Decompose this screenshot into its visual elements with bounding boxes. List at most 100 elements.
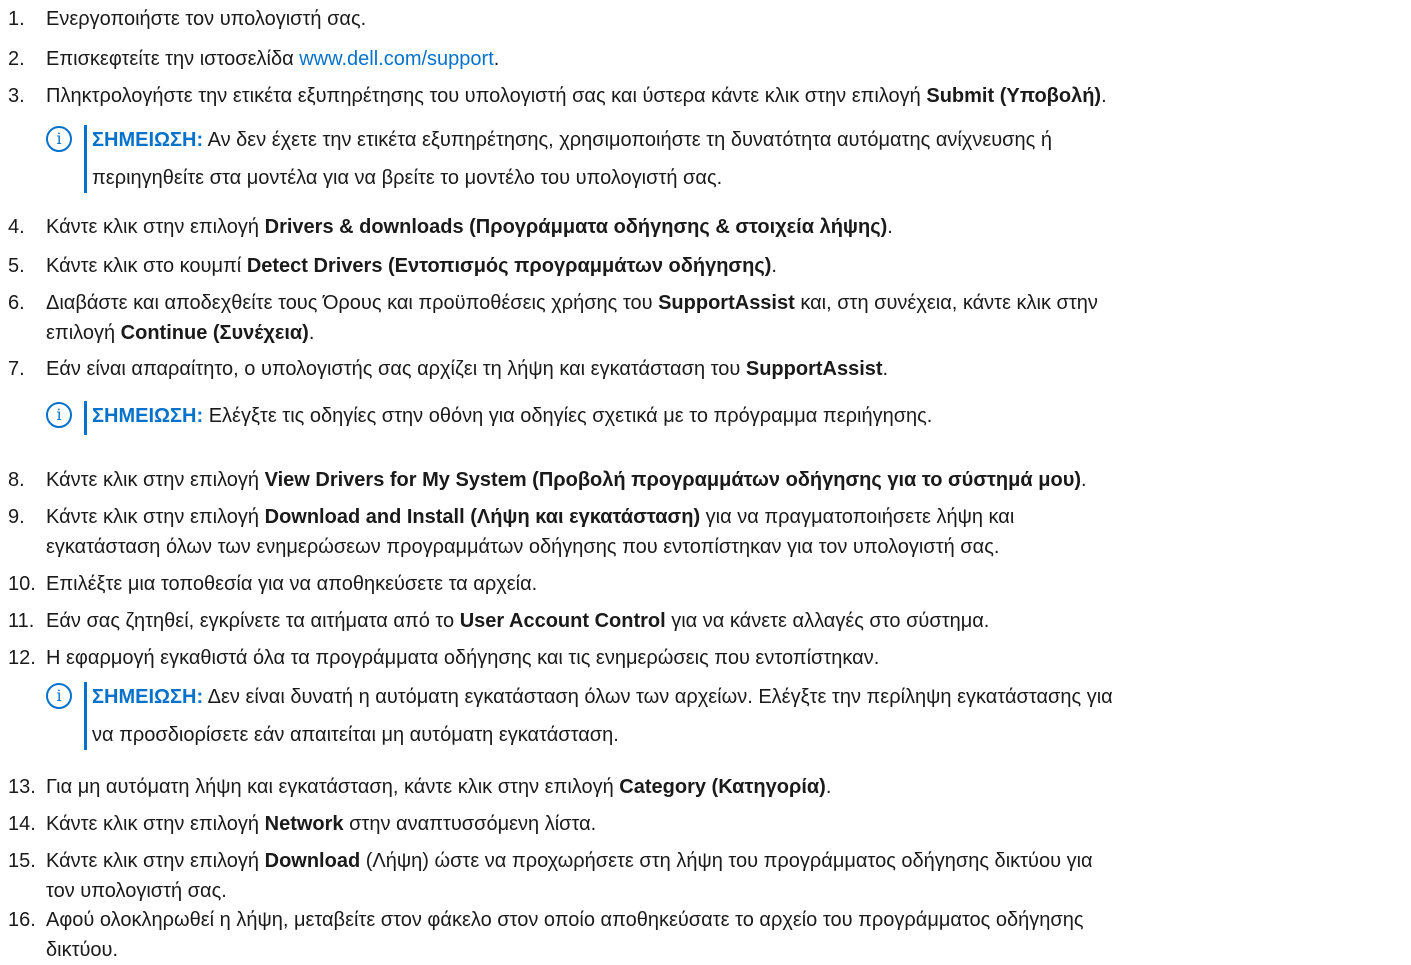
- note-label: ΣΗΜΕΙΩΣΗ:: [92, 129, 204, 151]
- note-1: i ΣΗΜΕΙΩΣΗ: Αν δεν έχετε την ετικέτα εξυ…: [46, 121, 1401, 197]
- step-text: Για μη αυτόματη λήψη και εγκατάσταση, κά…: [46, 772, 1405, 802]
- step-text: Η εφαρμογή εγκαθιστά όλα τα προγράμματα …: [46, 643, 1405, 673]
- note-bar: [84, 401, 87, 435]
- step-text-segment: .: [771, 255, 777, 277]
- step-15: 15. Κάντε κλικ στην επιλογή Download (Λή…: [0, 846, 1405, 906]
- step-number: 13.: [8, 776, 36, 798]
- note-label: ΣΗΜΕΙΩΣΗ:: [92, 686, 204, 708]
- note-3: i ΣΗΜΕΙΩΣΗ: Δεν είναι δυνατή η αυτόματη …: [46, 678, 1401, 754]
- step-number: 6.: [8, 292, 25, 314]
- step-text-segment: Επισκεφτείτε την ιστοσελίδα: [46, 48, 300, 70]
- ui-term: User Account Control: [459, 610, 666, 632]
- step-16: 16. Αφού ολοκληρωθεί η λήψη, μεταβείτε σ…: [0, 905, 1405, 965]
- info-icon: i: [46, 683, 72, 709]
- step-text-segment: δικτύου.: [46, 939, 119, 961]
- ui-term: SupportAssist: [745, 358, 883, 380]
- ui-term: Download and Install (Λήψη και εγκατάστα…: [264, 506, 701, 528]
- step-text-segment: Κάντε κλικ στην επιλογή: [46, 216, 265, 238]
- step-number: 9.: [8, 506, 25, 528]
- step-9: 9. Κάντε κλικ στην επιλογή Download and …: [0, 502, 1405, 562]
- step-text-segment: .: [887, 216, 893, 238]
- step-text: Πληκτρολογήστε την ετικέτα εξυπηρέτησης …: [46, 81, 1405, 111]
- ui-term: Drivers & downloads (Προγράμματα οδήγηση…: [264, 216, 888, 238]
- step-text-segment: εγκατάσταση όλων των ενημερώσεων προγραμ…: [46, 536, 1000, 558]
- step-text: Επισκεφτείτε την ιστοσελίδα www.dell.com…: [46, 44, 1405, 74]
- step-text-segment: για να πραγματοποιήσετε λήψη και: [700, 506, 1015, 528]
- note-label: ΣΗΜΕΙΩΣΗ:: [92, 405, 204, 427]
- step-text-segment: .: [882, 358, 889, 380]
- step-text: Επιλέξτε μια τοποθεσία για να αποθηκεύσε…: [46, 569, 1405, 599]
- step-text-segment: .: [825, 776, 832, 798]
- step-text-segment: Εάν σας ζητηθεί, εγκρίνετε τα αιτήματα α…: [46, 610, 460, 632]
- step-number: 7.: [8, 358, 25, 380]
- step-number: 11.: [8, 610, 35, 632]
- step-number: 12.: [8, 647, 36, 669]
- step-text-segment: Κάντε κλικ στην επιλογή: [46, 850, 265, 872]
- info-icon: i: [46, 402, 72, 428]
- step-text: Κάντε κλικ στην επιλογή Download (Λήψη) …: [46, 846, 1405, 906]
- step-text-segment: Επιλέξτε μια τοποθεσία για να αποθηκεύσε…: [46, 573, 538, 595]
- step-text: Διαβάστε και αποδεχθείτε τους Όρους και …: [46, 288, 1405, 348]
- step-text: Κάντε κλικ στην επιλογή Drivers & downlo…: [46, 212, 1405, 242]
- step-text-segment: Κάντε κλικ στην επιλογή: [46, 469, 265, 491]
- note-text: ΣΗΜΕΙΩΣΗ: Ελέγξτε τις οδηγίες στην οθόνη…: [92, 397, 1401, 435]
- step-text-segment: στην αναπτυσσόμενη λίστα.: [343, 813, 597, 835]
- step-text-segment: Πληκτρολογήστε την ετικέτα εξυπηρέτησης …: [46, 85, 927, 107]
- step-text-segment: Εάν είναι απαραίτητο, ο υπολογιστής σας …: [46, 358, 746, 380]
- step-text: Ενεργοποιήστε τον υπολογιστή σας.: [46, 4, 1405, 34]
- note-bar: [84, 125, 87, 193]
- dell-support-link[interactable]: www.dell.com/support: [299, 48, 494, 70]
- step-text-segment: επιλογή: [46, 322, 121, 344]
- step-text: Εάν είναι απαραίτητο, ο υπολογιστής σας …: [46, 354, 1405, 384]
- step-text: Κάντε κλικ στην επιλογή Network στην ανα…: [46, 809, 1405, 839]
- step-text: Αφού ολοκληρωθεί η λήψη, μεταβείτε στον …: [46, 905, 1405, 965]
- step-text-segment: (Λήψη) ώστε να προχωρήσετε στη λήψη του …: [360, 850, 1093, 872]
- step-6: 6. Διαβάστε και αποδεχθείτε τους Όρους κ…: [0, 288, 1405, 348]
- ui-term: Network: [264, 813, 344, 835]
- note-line: Δεν είναι δυνατή η αυτόματη εγκατάσταση …: [203, 686, 1113, 708]
- info-icon: i: [46, 126, 72, 152]
- step-number: 15.: [8, 850, 36, 872]
- step-text-segment: για να κάνετε αλλαγές στο σύστημα.: [665, 610, 990, 632]
- ui-term: Download: [264, 850, 361, 872]
- ui-term: SupportAssist: [658, 292, 795, 314]
- note-text: ΣΗΜΕΙΩΣΗ: Δεν είναι δυνατή η αυτόματη εγ…: [92, 678, 1401, 754]
- note-line: περιηγηθείτε στα μοντέλα για να βρείτε τ…: [92, 167, 723, 189]
- step-text-segment: τον υπολογιστή σας.: [46, 880, 227, 902]
- step-text-segment: .: [1101, 85, 1107, 107]
- note-line: Αν δεν έχετε την ετικέτα εξυπηρέτησης, χ…: [203, 129, 1052, 151]
- step-text-segment: Ενεργοποιήστε τον υπολογιστή σας.: [46, 8, 367, 30]
- step-text-segment: .: [1081, 469, 1087, 491]
- step-text-segment: .: [493, 48, 500, 70]
- note-2: i ΣΗΜΕΙΩΣΗ: Ελέγξτε τις οδηγίες στην οθό…: [46, 397, 1401, 439]
- step-text: Κάντε κλικ στην επιλογή View Drivers for…: [46, 465, 1405, 495]
- step-text-segment: Κάντε κλικ στο κουμπί: [46, 255, 247, 277]
- step-number: 3.: [8, 85, 25, 107]
- step-number: 1.: [8, 8, 25, 30]
- step-number: 10.: [8, 573, 36, 595]
- step-number: 5.: [8, 255, 25, 277]
- step-text-segment: Διαβάστε και αποδεχθείτε τους Όρους και …: [46, 292, 659, 314]
- step-text-segment: Αφού ολοκληρωθεί η λήψη, μεταβείτε στον …: [46, 909, 1084, 931]
- step-text: Εάν σας ζητηθεί, εγκρίνετε τα αιτήματα α…: [46, 606, 1405, 636]
- step-text-segment: Για μη αυτόματη λήψη και εγκατάσταση, κά…: [46, 776, 620, 798]
- note-text: ΣΗΜΕΙΩΣΗ: Αν δεν έχετε την ετικέτα εξυπη…: [92, 121, 1401, 197]
- step-number: 4.: [8, 216, 25, 238]
- ui-term: Category (Κατηγορία): [619, 776, 826, 798]
- note-line: να προσδιορίσετε εάν απαιτείται μη αυτόμ…: [92, 724, 619, 746]
- step-text-segment: Κάντε κλικ στην επιλογή: [46, 506, 265, 528]
- step-text: Κάντε κλικ στο κουμπί Detect Drivers (Εν…: [46, 251, 1405, 281]
- step-text-segment: Η εφαρμογή εγκαθιστά όλα τα προγράμματα …: [46, 647, 880, 669]
- step-text-segment: .: [308, 322, 315, 344]
- note-line: Ελέγξτε τις οδηγίες στην οθόνη για οδηγί…: [203, 405, 933, 427]
- step-text: Κάντε κλικ στην επιλογή Download and Ins…: [46, 502, 1405, 562]
- ui-term: View Drivers for My System (Προβολή προγ…: [264, 469, 1081, 491]
- step-text-segment: Κάντε κλικ στην επιλογή: [46, 813, 265, 835]
- step-number: 8.: [8, 469, 25, 491]
- ui-term: Continue (Συνέχεια): [120, 322, 309, 344]
- step-number: 2.: [8, 48, 25, 70]
- step-number: 16.: [8, 909, 36, 931]
- note-bar: [84, 682, 87, 750]
- step-number: 14.: [8, 813, 36, 835]
- ui-term: Detect Drivers (Εντοπισμός προγραμμάτων …: [246, 255, 772, 277]
